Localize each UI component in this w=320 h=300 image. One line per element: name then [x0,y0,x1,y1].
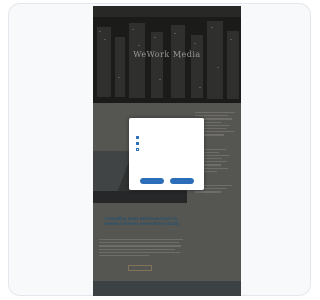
checkbox[interactable] [136,141,139,145]
consent-option-statistics[interactable] [136,141,198,145]
accept-selection-button[interactable] [140,178,164,184]
consent-option-marketing[interactable] [136,147,198,151]
checkbox[interactable] [136,147,139,151]
accept-all-button[interactable] [170,178,194,184]
consent-option-essential[interactable] [136,135,198,139]
cookie-consent-dialog [129,118,204,190]
checkbox[interactable] [136,135,139,139]
